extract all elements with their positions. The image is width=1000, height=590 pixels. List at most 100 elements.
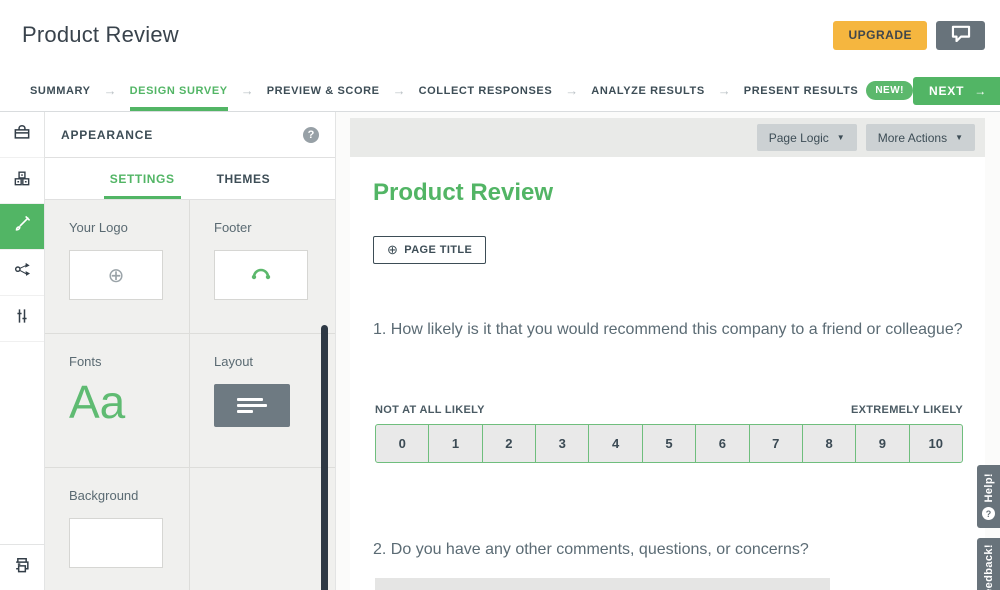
survey-page-title[interactable]: Product Review — [373, 179, 553, 207]
step-arrow-icon: → — [380, 70, 419, 111]
nps-cell-5[interactable]: 5 — [643, 425, 696, 462]
nps-cell-4[interactable]: 4 — [589, 425, 642, 462]
add-page-title-button[interactable]: ⊕ PAGE TITLE — [373, 236, 486, 264]
nps-cell-2[interactable]: 2 — [483, 425, 536, 462]
plus-circle-icon: ⊕ — [108, 263, 125, 288]
nps-cell-3[interactable]: 3 — [536, 425, 589, 462]
tab-collect-responses[interactable]: COLLECT RESPONSES — [419, 70, 553, 111]
background-label: Background — [69, 488, 189, 503]
rail-item-question-bank[interactable] — [0, 158, 44, 204]
building-blocks-icon — [12, 168, 32, 193]
panel-scrollbar[interactable] — [321, 325, 328, 590]
step-arrow-icon: → — [91, 70, 130, 111]
add-logo-tile[interactable]: ⊕ — [69, 250, 163, 300]
rail-item-style[interactable] — [0, 204, 44, 250]
printer-icon — [12, 555, 32, 580]
more-actions-label: More Actions — [878, 131, 947, 145]
nps-cell-7[interactable]: 7 — [750, 425, 803, 462]
paintbrush-icon — [12, 214, 32, 239]
appearance-settings-body: Your Logo ⊕ Footer Fonts Aa Layout — [45, 200, 335, 590]
speech-bubble-icon — [951, 25, 971, 45]
page-title-button-label: PAGE TITLE — [404, 244, 472, 256]
question-mark-icon: ? — [982, 507, 995, 520]
nps-min-label: NOT AT ALL LIKELY — [375, 404, 485, 416]
nps-max-label: EXTREMELY LIKELY — [851, 404, 963, 416]
tab-settings[interactable]: SETTINGS — [110, 158, 175, 199]
appearance-panel: APPEARANCE ? SETTINGS THEMES Your Logo ⊕… — [45, 112, 336, 590]
question-2-comment-box[interactable] — [375, 578, 830, 590]
question-2-text[interactable]: 2. Do you have any other comments, quest… — [373, 539, 969, 561]
setting-background: Background — [45, 468, 190, 590]
tab-present-results-label: PRESENT RESULTS — [744, 85, 859, 97]
header-actions: UPGRADE — [833, 21, 985, 50]
nps-scale-labels: NOT AT ALL LIKELY EXTREMELY LIKELY — [375, 404, 963, 416]
setting-fonts: Fonts Aa — [45, 334, 190, 468]
toolbox-icon — [12, 122, 32, 147]
tab-analyze-results[interactable]: ANALYZE RESULTS — [591, 70, 705, 111]
help-tab[interactable]: Help! ? — [977, 465, 1000, 528]
page-logic-dropdown[interactable]: Page Logic ▼ — [757, 124, 857, 151]
setting-footer: Footer — [190, 200, 335, 334]
settings-empty-cell — [190, 468, 335, 590]
survey-name-title: Product Review — [22, 22, 179, 48]
step-arrow-icon: → — [552, 70, 591, 111]
font-sample-tile[interactable]: Aa — [69, 377, 189, 428]
more-actions-dropdown[interactable]: More Actions ▼ — [866, 124, 975, 151]
feedback-tab[interactable]: Feedback! — [977, 538, 1000, 590]
app-header: Product Review UPGRADE — [0, 0, 1000, 70]
background-tile[interactable] — [69, 518, 163, 568]
appearance-tabs: SETTINGS THEMES — [45, 158, 335, 200]
sliders-icon — [12, 306, 32, 331]
tab-themes[interactable]: THEMES — [217, 158, 271, 199]
page-logic-label: Page Logic — [769, 131, 829, 145]
appearance-title: APPEARANCE — [61, 128, 153, 142]
workflow-nav: SUMMARY → DESIGN SURVEY → PREVIEW & SCOR… — [0, 70, 1000, 112]
upgrade-button[interactable]: UPGRADE — [833, 21, 927, 50]
rail-item-options[interactable] — [0, 296, 44, 342]
layout-label: Layout — [214, 354, 335, 369]
plus-circle-icon: ⊕ — [387, 242, 398, 258]
tab-present-results[interactable]: PRESENT RESULTS NEW! — [744, 70, 913, 111]
tab-preview-score[interactable]: PREVIEW & SCORE — [267, 70, 380, 111]
branch-logic-icon — [12, 260, 32, 285]
fonts-label: Fonts — [69, 354, 189, 369]
next-button[interactable]: NEXT → — [913, 77, 1000, 105]
rail-item-logic[interactable] — [0, 250, 44, 296]
nps-cell-1[interactable]: 1 — [429, 425, 482, 462]
appearance-panel-header: APPEARANCE ? — [45, 112, 335, 158]
tab-design-survey[interactable]: DESIGN SURVEY — [130, 70, 228, 111]
next-button-label: NEXT — [929, 84, 964, 98]
footer-tile[interactable] — [214, 250, 308, 300]
question-1-text[interactable]: 1. How likely is it that you would recom… — [373, 319, 969, 341]
chat-button[interactable] — [936, 21, 985, 50]
rail-item-builder[interactable] — [0, 112, 44, 158]
tab-summary[interactable]: SUMMARY — [30, 70, 91, 111]
nps-cell-9[interactable]: 9 — [856, 425, 909, 462]
feedback-tab-label: Feedback! — [983, 544, 995, 590]
nps-cell-0[interactable]: 0 — [376, 425, 429, 462]
layout-tile[interactable] — [214, 384, 290, 427]
help-circle-icon[interactable]: ? — [303, 127, 319, 143]
nps-cell-8[interactable]: 8 — [803, 425, 856, 462]
surveymonkey-logo-icon — [250, 266, 272, 285]
settings-grid: Your Logo ⊕ Footer Fonts Aa Layout — [45, 200, 335, 590]
help-tab-label: Help! — [983, 473, 995, 503]
rail-item-print[interactable] — [0, 544, 44, 590]
setting-layout: Layout — [190, 334, 335, 468]
nps-scale: 0 1 2 3 4 5 6 7 8 9 10 — [375, 424, 963, 463]
chevron-down-icon: ▼ — [837, 133, 845, 142]
page-toolbar: Page Logic ▼ More Actions ▼ — [350, 118, 985, 157]
nps-cell-10[interactable]: 10 — [910, 425, 962, 462]
survey-page: Product Review ⊕ PAGE TITLE 1. How likel… — [350, 157, 985, 590]
step-arrow-icon: → — [228, 70, 267, 111]
rail-spacer — [0, 342, 44, 544]
left-tool-rail — [0, 112, 45, 590]
right-arrow-icon: → — [974, 84, 987, 98]
setting-your-logo: Your Logo ⊕ — [45, 200, 190, 334]
new-badge: NEW! — [866, 81, 913, 100]
step-arrow-icon: → — [705, 70, 744, 111]
footer-label: Footer — [214, 220, 335, 235]
nps-cell-6[interactable]: 6 — [696, 425, 749, 462]
align-lines-icon — [237, 398, 267, 413]
chevron-down-icon: ▼ — [955, 133, 963, 142]
